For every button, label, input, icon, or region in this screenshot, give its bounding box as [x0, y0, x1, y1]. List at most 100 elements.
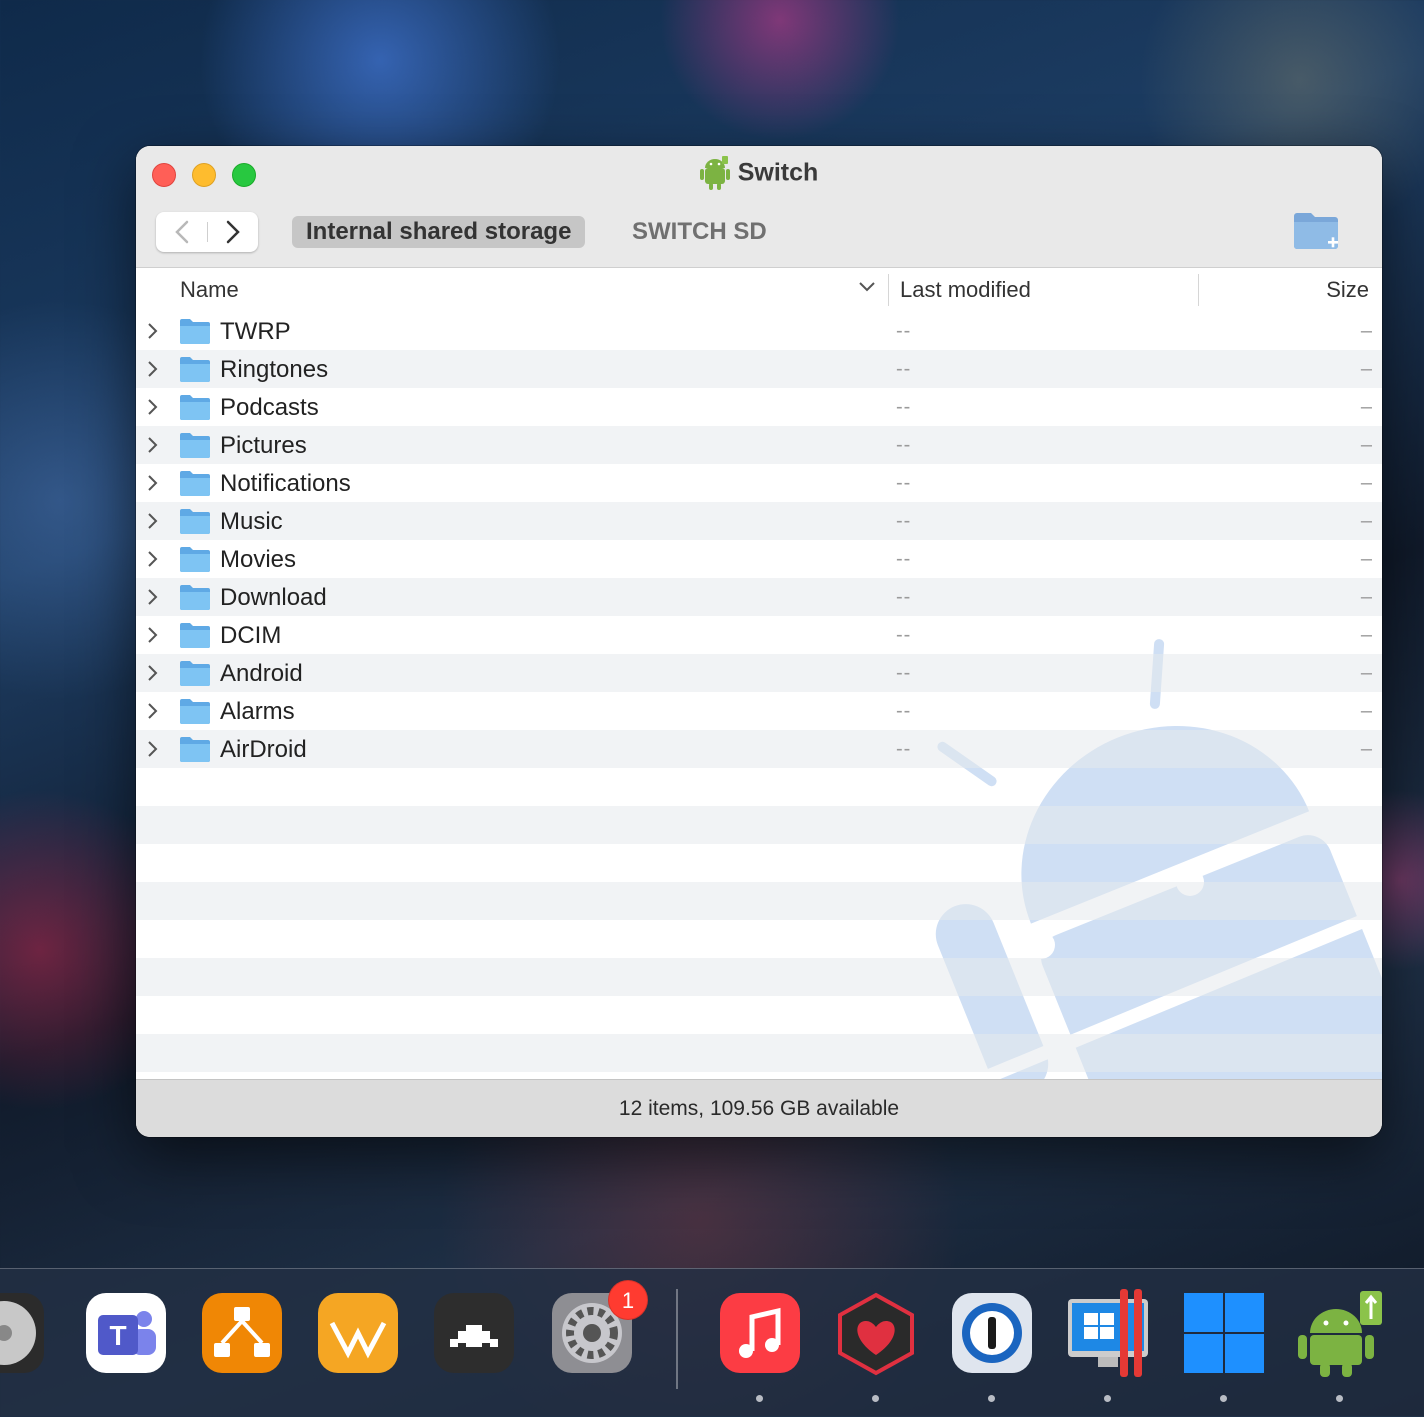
infuse-icon	[318, 1293, 398, 1373]
chevron-right-icon[interactable]	[146, 625, 160, 645]
size-column-header[interactable]: Size	[1326, 277, 1369, 303]
dock-item[interactable]	[430, 1289, 518, 1377]
table-row[interactable]: DCIM -- –	[136, 616, 1382, 654]
forward-button[interactable]	[207, 212, 258, 252]
file-name: Notifications	[220, 470, 351, 497]
notification-badge: 1	[608, 1280, 648, 1320]
file-modified: --	[896, 358, 912, 380]
name-column-header[interactable]: Name	[180, 277, 239, 303]
file-size: –	[1360, 548, 1372, 570]
sort-chevron-down-icon[interactable]	[858, 280, 876, 294]
empty-row	[136, 1034, 1382, 1072]
file-size: –	[1360, 738, 1372, 760]
file-modified: --	[896, 396, 912, 418]
dock-item[interactable]	[0, 1289, 48, 1377]
dock-item[interactable]	[1296, 1289, 1384, 1377]
new-folder-button[interactable]	[1292, 210, 1342, 252]
table-row[interactable]: TWRP -- –	[136, 312, 1382, 350]
file-browser-window: Switch Internal shared storage SWITCH SD	[136, 146, 1382, 1137]
chevron-right-icon[interactable]	[146, 587, 160, 607]
chevron-right-icon[interactable]	[146, 435, 160, 455]
table-row[interactable]: Download -- –	[136, 578, 1382, 616]
android-icon	[699, 156, 730, 190]
chevron-right-icon[interactable]	[146, 473, 160, 493]
dock-item[interactable]	[948, 1289, 1036, 1377]
file-modified: --	[896, 510, 912, 532]
svg-text:T: T	[109, 1320, 126, 1351]
chevron-right-icon[interactable]	[146, 663, 160, 683]
running-indicator	[756, 1395, 763, 1402]
tab-switch-sd[interactable]: SWITCH SD	[618, 216, 781, 248]
empty-row	[136, 996, 1382, 1034]
empty-row	[136, 844, 1382, 882]
file-size: –	[1360, 358, 1372, 380]
window-title: Switch	[737, 158, 819, 187]
status-bar: 12 items, 109.56 GB available	[136, 1079, 1382, 1137]
drawio-icon	[202, 1293, 282, 1373]
running-indicator	[988, 1395, 995, 1402]
folder-icon	[180, 661, 210, 686]
folder-icon	[180, 471, 210, 496]
file-modified: --	[896, 320, 912, 342]
dock-item[interactable]	[832, 1289, 920, 1377]
table-row[interactable]: Podcasts -- –	[136, 388, 1382, 426]
chevron-right-icon[interactable]	[146, 397, 160, 417]
empty-row	[136, 806, 1382, 844]
chevron-right-icon[interactable]	[146, 549, 160, 569]
table-row[interactable]: Movies -- –	[136, 540, 1382, 578]
dock-item[interactable]: T	[82, 1289, 170, 1377]
chevron-right-icon[interactable]	[146, 739, 160, 759]
folder-icon	[180, 585, 210, 610]
dock-separator	[676, 1289, 678, 1389]
table-row[interactable]: Pictures -- –	[136, 426, 1382, 464]
table-row[interactable]: Alarms -- –	[136, 692, 1382, 730]
back-button[interactable]	[156, 212, 207, 252]
file-name: Music	[220, 508, 283, 535]
dock-item[interactable]	[1180, 1289, 1268, 1377]
empty-row	[136, 920, 1382, 958]
chevron-right-icon[interactable]	[146, 321, 160, 341]
file-modified: --	[896, 472, 912, 494]
folder-icon	[180, 737, 210, 762]
file-size: –	[1360, 700, 1372, 722]
file-rows: TWRP -- – Ringtones -- – Podcasts -- – P…	[136, 312, 1382, 1072]
onepassword-icon	[952, 1293, 1032, 1373]
file-size: –	[1360, 434, 1372, 456]
file-name: Pictures	[220, 432, 307, 459]
file-size: –	[1360, 586, 1372, 608]
dock-item[interactable]	[198, 1289, 286, 1377]
table-row[interactable]: AirDroid -- –	[136, 730, 1382, 768]
file-name: TWRP	[220, 318, 291, 345]
file-size: –	[1360, 624, 1372, 646]
folder-icon	[180, 699, 210, 724]
new-folder-icon	[1294, 213, 1338, 249]
column-divider[interactable]	[1198, 274, 1199, 306]
file-name: Download	[220, 584, 327, 611]
column-divider[interactable]	[888, 274, 889, 306]
retroarch-icon	[434, 1293, 514, 1373]
file-modified: --	[896, 586, 912, 608]
dock-item[interactable]	[716, 1289, 804, 1377]
running-indicator	[1104, 1395, 1111, 1402]
chevron-right-icon[interactable]	[146, 359, 160, 379]
table-row[interactable]: Ringtones -- –	[136, 350, 1382, 388]
table-row[interactable]: Android -- –	[136, 654, 1382, 692]
file-name: DCIM	[220, 622, 282, 649]
windows-icon	[1184, 1293, 1264, 1373]
dock-item[interactable]	[314, 1289, 402, 1377]
last-modified-column-header[interactable]: Last modified	[900, 277, 1031, 303]
titlebar: Switch Internal shared storage SWITCH SD	[136, 146, 1382, 268]
running-indicator	[1336, 1395, 1343, 1402]
file-modified: --	[896, 700, 912, 722]
parallels-windows-icon	[1068, 1289, 1148, 1377]
chevron-right-icon[interactable]	[146, 511, 160, 531]
table-row[interactable]: Notifications -- –	[136, 464, 1382, 502]
file-name: Movies	[220, 546, 297, 573]
tab-internal-shared-storage[interactable]: Internal shared storage	[292, 216, 586, 248]
empty-row	[136, 768, 1382, 806]
dock-item[interactable]	[1064, 1289, 1152, 1377]
folder-icon	[180, 547, 210, 572]
empty-row	[136, 958, 1382, 996]
chevron-right-icon[interactable]	[146, 701, 160, 721]
table-row[interactable]: Music -- –	[136, 502, 1382, 540]
